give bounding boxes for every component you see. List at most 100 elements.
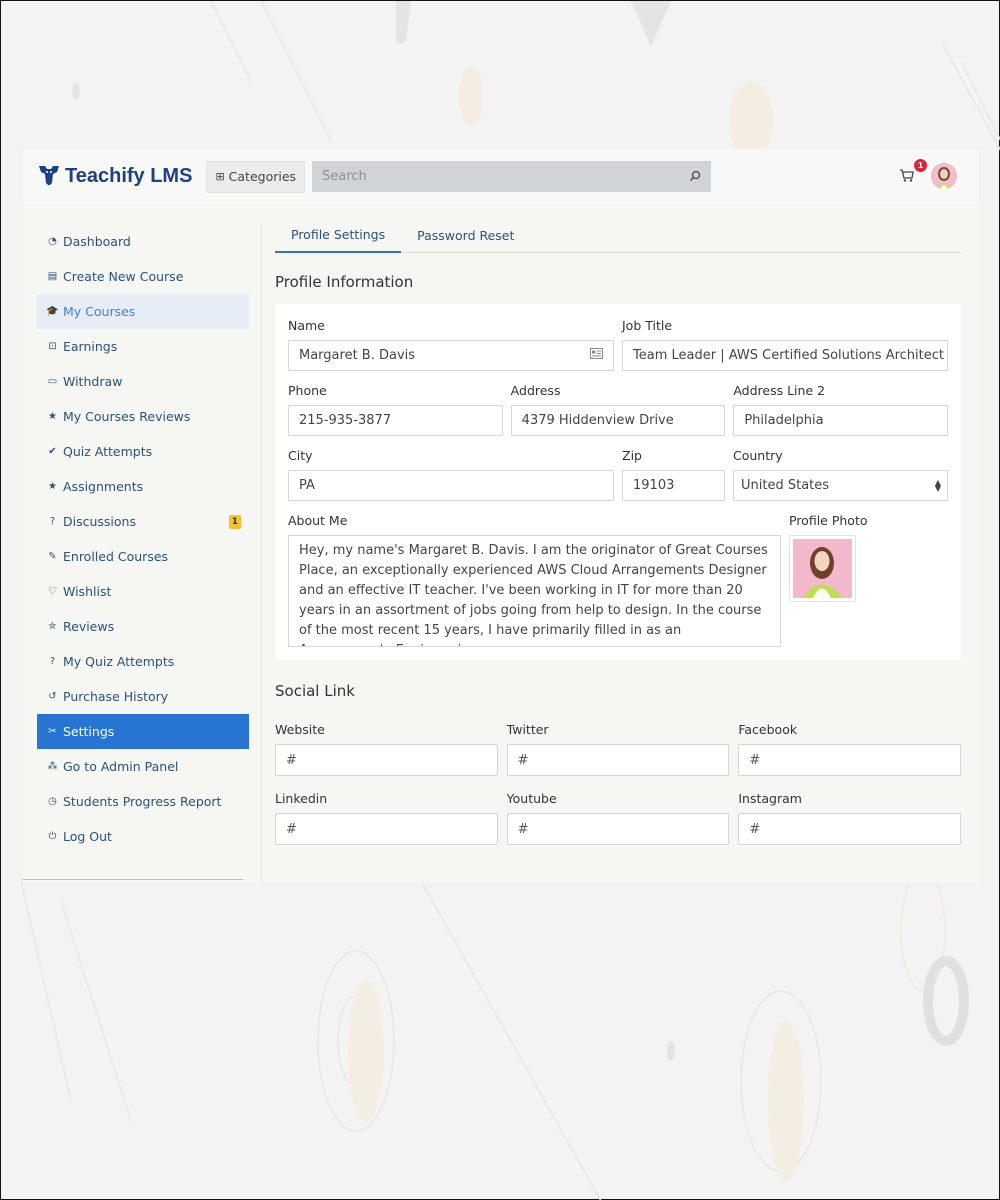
star-half-icon: ✮ <box>48 621 57 632</box>
sidebar-item-my-courses[interactable]: 🎓 My Courses <box>37 294 249 329</box>
user-avatar[interactable] <box>931 163 957 189</box>
instagram-label: Instagram <box>738 791 802 806</box>
sidebar-item-students-progress-report[interactable]: ◷ Students Progress Report <box>37 784 249 819</box>
graduation-cap-icon: 🎓 <box>46 306 59 317</box>
sidebar-item-label: My Courses Reviews <box>63 409 191 424</box>
website-input[interactable]: # <box>275 744 498 776</box>
website-value: # <box>286 752 297 768</box>
sidebar-item-label: Purchase History <box>63 689 169 704</box>
sidebar-item-label: Discussions <box>63 514 136 529</box>
sidebar-item-label: Enrolled Courses <box>63 549 169 564</box>
youtube-value: # <box>517 821 529 837</box>
select-arrows-icon: ▲ ▼ <box>934 477 941 493</box>
job-title-value: Team Leader | AWS Certified Solutions Ar… <box>633 348 948 363</box>
vertical-divider <box>261 224 262 883</box>
about-me-label: About Me <box>288 513 348 528</box>
categories-button[interactable]: ⊞ Categories <box>206 160 306 193</box>
question-circle-icon: ? <box>49 516 56 527</box>
sidebar-item-earnings[interactable]: ⊡ Earnings <box>37 329 249 364</box>
profile-form-card: Name Margaret B. Davis Job Title Team Le… <box>275 304 961 660</box>
sidebar-item-purchase-history[interactable]: ↺ Purchase History <box>37 679 249 714</box>
brand-logo[interactable]: Teachify LMS <box>37 163 192 191</box>
sidebar-item-enrolled-courses[interactable]: ✎ Enrolled Courses <box>37 539 249 574</box>
phone-input[interactable]: 215-935-3877 <box>288 405 503 436</box>
app-window: Teachify LMS ⊞ Categories 1 ◔Dashboard▤C <box>23 149 979 883</box>
sidebar-item-label: Create New Course <box>63 269 184 284</box>
address-line-2-input[interactable]: Philadelphia <box>733 405 949 436</box>
sidebar-item-my-courses-reviews[interactable]: ★ My Courses Reviews <box>37 399 249 434</box>
sidebar-item-my-quiz-attempts[interactable]: ? My Quiz Attempts <box>37 644 249 679</box>
top-navbar: Teachify LMS ⊞ Categories 1 <box>23 149 979 204</box>
categories-label: Categories <box>228 169 297 184</box>
sidebar-item-label: Reviews <box>63 619 115 634</box>
sidebar-item-label: Go to Admin Panel <box>63 759 179 774</box>
star-icon: ★ <box>48 481 57 492</box>
logout-icon: ⏻ <box>48 831 57 842</box>
profile-photo-label: Profile Photo <box>789 513 868 528</box>
facebook-input[interactable]: # <box>738 744 962 776</box>
city-input[interactable]: PA <box>288 470 614 501</box>
sidebar-item-wishlist[interactable]: ♡ Wishlist <box>37 574 249 609</box>
double-check-icon: ✔ <box>48 446 57 457</box>
job-title-input[interactable]: Team Leader | AWS Certified Solutions Ar… <box>622 340 948 371</box>
search-input[interactable] <box>322 169 663 184</box>
social-links-section: Social Link Website # Twitter # Facebook… <box>275 682 962 845</box>
name-input[interactable]: Margaret B. Davis <box>288 340 614 371</box>
sidebar-item-assignments[interactable]: ★ Assignments <box>37 469 249 504</box>
tools-icon: ✂ <box>48 726 57 737</box>
facebook-label: Facebook <box>738 722 798 737</box>
twitter-input[interactable]: # <box>506 744 730 776</box>
sidebar-item-go-to-admin-panel[interactable]: ⁂ Go to Admin Panel <box>37 749 249 784</box>
search-icon[interactable] <box>689 167 701 186</box>
sidebar-item-withdraw[interactable]: ▭ Withdraw <box>37 364 249 399</box>
sidebar-item-reviews[interactable]: ✮ Reviews <box>37 609 249 644</box>
dashboard-icon: ◔ <box>48 236 57 247</box>
linkedin-value: # <box>286 821 297 837</box>
address-input[interactable]: 4379 Hiddenview Drive <box>510 405 726 436</box>
sidebar-item-label: Students Progress Report <box>63 794 222 809</box>
sidebar-item-dashboard[interactable]: ◔ Dashboard <box>37 224 249 259</box>
settings-tabs: Profile Settings Password Reset <box>275 217 961 253</box>
nodes-icon: ⁂ <box>47 761 58 772</box>
zip-label: Zip <box>622 448 642 463</box>
brand-name: Teachify LMS <box>65 165 193 187</box>
sidebar-item-discussions[interactable]: ? Discussions 1 <box>37 504 249 539</box>
job-title-label: Job Title <box>622 318 673 333</box>
heart-icon: ♡ <box>48 586 57 597</box>
city-label: City <box>288 448 313 463</box>
main-content: Profile Settings Password Reset Profile … <box>275 217 962 860</box>
website-label: Website <box>275 722 325 737</box>
zip-input[interactable]: 19103 <box>622 470 725 501</box>
country-value: United States <box>741 478 830 493</box>
about-me-textarea[interactable]: Hey, my name's Margaret B. Davis. I am t… <box>288 535 781 647</box>
address-label: Address <box>510 383 561 398</box>
cart-button[interactable]: 1 <box>899 159 927 187</box>
sidebar-item-create-new-course[interactable]: ▤ Create New Course <box>37 259 249 294</box>
sidebar-item-label: Quiz Attempts <box>63 444 153 459</box>
sidebar-item-log-out[interactable]: ⏻ Log Out <box>37 819 249 854</box>
instagram-value: # <box>749 821 761 837</box>
name-label: Name <box>288 318 325 333</box>
twitter-label: Twitter <box>506 722 549 737</box>
twitter-value: # <box>517 752 529 768</box>
youtube-input[interactable]: # <box>506 813 730 845</box>
linkedin-input[interactable]: # <box>275 813 498 845</box>
instagram-input[interactable]: # <box>738 813 962 845</box>
sidebar-item-quiz-attempts[interactable]: ✔ Quiz Attempts <box>37 434 249 469</box>
tab-profile-settings[interactable]: Profile Settings <box>275 217 402 253</box>
cart-icon <box>899 168 915 187</box>
country-select[interactable]: United States ▲ ▼ <box>733 470 948 501</box>
star-icon: ★ <box>48 411 57 422</box>
linkedin-label: Linkedin <box>275 791 328 806</box>
phone-label: Phone <box>288 383 327 398</box>
country-label: Country <box>733 448 783 463</box>
address-value: 4379 Hiddenview Drive <box>521 413 674 428</box>
tab-password-reset[interactable]: Password Reset <box>401 217 530 253</box>
sidebar-item-settings[interactable]: ✂ Settings <box>37 714 249 749</box>
profile-photo[interactable] <box>789 535 856 602</box>
sidebar-item-label: Assignments <box>63 479 144 494</box>
address-line-2-label: Address Line 2 <box>733 383 826 398</box>
city-value: PA <box>299 478 315 493</box>
name-value: Margaret B. Davis <box>299 348 416 363</box>
edit-icon: ✎ <box>48 551 57 562</box>
